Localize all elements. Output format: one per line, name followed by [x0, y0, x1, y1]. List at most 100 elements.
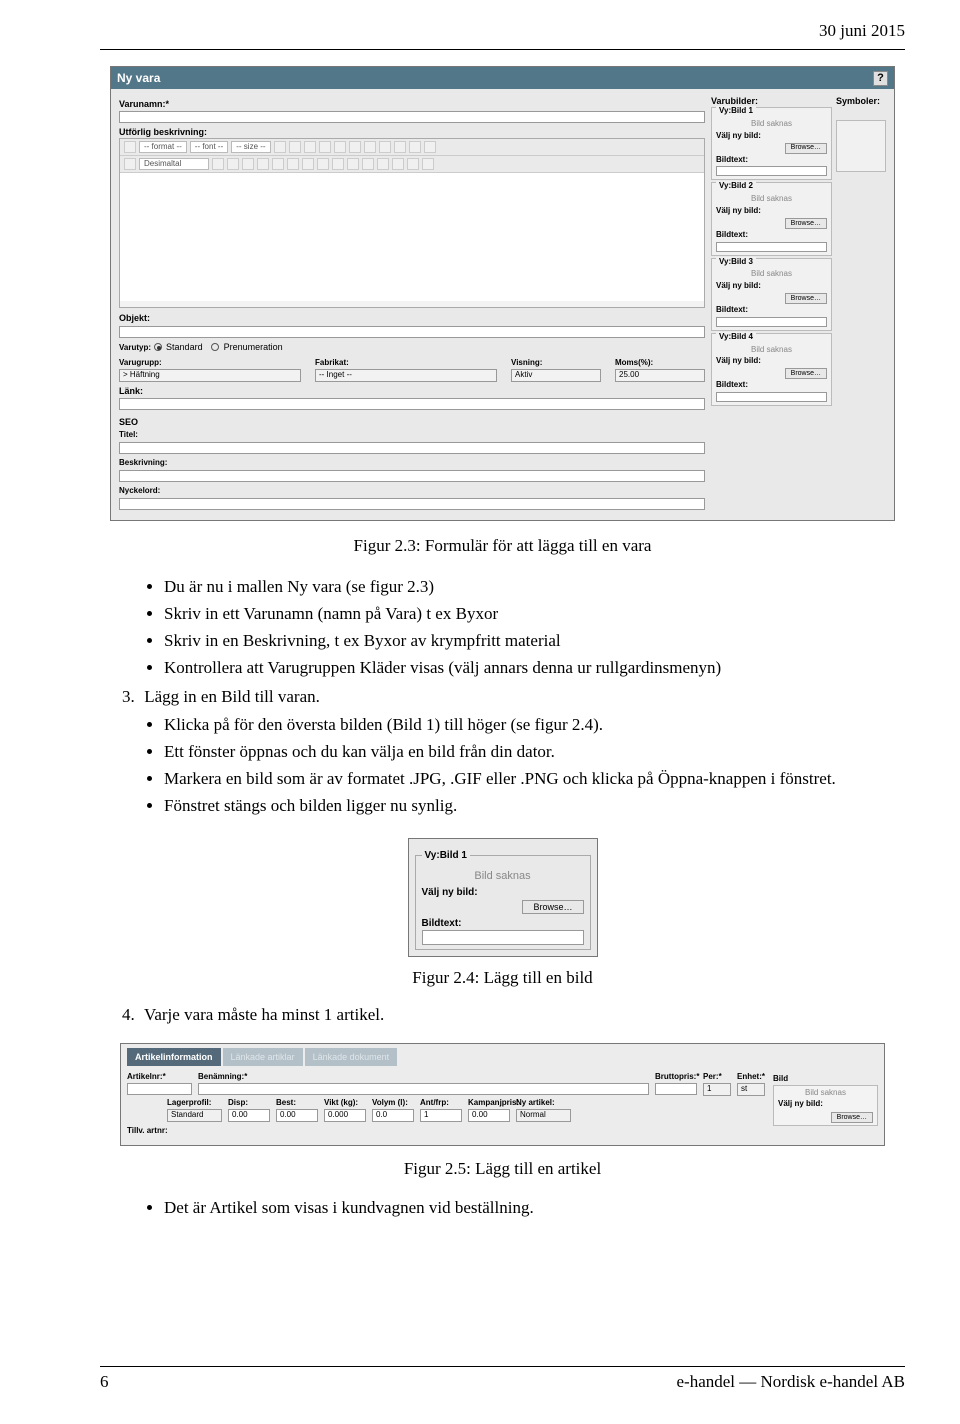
toolbar-btn[interactable]: [364, 141, 376, 153]
vy-legend: Vy:Bild 1: [422, 849, 470, 863]
editor-toolbar: -- format -- -- font -- -- size --: [120, 139, 704, 156]
toolbar-btn[interactable]: [319, 141, 331, 153]
beskriv-label: Beskrivning:: [119, 458, 167, 467]
bildtext-input[interactable]: [716, 392, 827, 402]
prenumeration-radio[interactable]: [211, 343, 219, 351]
volym-input[interactable]: 0.0: [372, 1109, 414, 1122]
browse-button[interactable]: Browse…: [785, 218, 827, 229]
toolbar-btn[interactable]: [334, 141, 346, 153]
toolbar-btn[interactable]: [347, 158, 359, 170]
editor-area[interactable]: [120, 173, 704, 301]
artikelnr-label: Artikelnr:*: [127, 1072, 192, 1083]
bild-saknas: Bild saknas: [716, 345, 827, 356]
size-select[interactable]: -- size --: [231, 141, 270, 153]
tab-artikelinfo[interactable]: Artikelinformation: [127, 1048, 221, 1066]
toolbar-btn[interactable]: [124, 141, 136, 153]
step-number: 4.: [122, 1004, 140, 1027]
step-4: 4. Varje vara måste ha minst 1 artikel.: [122, 1004, 905, 1027]
dialog-titlebar: Ny vara ?: [111, 67, 894, 89]
font-select[interactable]: -- font --: [190, 141, 228, 153]
per-input[interactable]: 1: [703, 1083, 731, 1096]
underline-icon[interactable]: [304, 141, 316, 153]
vy-bild-4: Vy:Bild 4 Bild saknas Välj ny bild: Brow…: [711, 333, 832, 406]
bildtext-input[interactable]: [716, 242, 827, 252]
vy-bild-1: Vy:Bild 1 Bild saknas Välj ny bild: Brow…: [711, 107, 832, 180]
bildtext-input[interactable]: [422, 930, 584, 945]
bildtext-input[interactable]: [716, 166, 827, 176]
varunamn-label: Varunamn:*: [119, 98, 705, 110]
artikelnr-input[interactable]: [127, 1083, 192, 1095]
toolbar-btn[interactable]: [422, 158, 434, 170]
toolbar-btn[interactable]: [124, 158, 136, 170]
bullet: Kontrollera att Varugruppen Kläder visas…: [164, 657, 905, 680]
antfrp-input[interactable]: 1: [420, 1109, 462, 1122]
seo-label: SEO: [119, 416, 705, 428]
browse-button[interactable]: Browse…: [522, 900, 583, 914]
toolbar-btn[interactable]: [409, 141, 421, 153]
toolbar-btn[interactable]: [272, 158, 284, 170]
valj-label: Välj ny bild:: [778, 1099, 873, 1110]
toolbar-btn[interactable]: [332, 158, 344, 170]
bruttopris-label: Bruttopris:*: [655, 1072, 697, 1083]
browse-button[interactable]: Browse…: [785, 368, 827, 379]
moms-select[interactable]: 25.00: [615, 369, 705, 382]
toolbar-btn[interactable]: [227, 158, 239, 170]
browse-button[interactable]: Browse…: [785, 293, 827, 304]
toolbar-btn[interactable]: [317, 158, 329, 170]
richtext-editor[interactable]: -- format -- -- font -- -- size --: [119, 138, 705, 308]
toolbar-btn[interactable]: [212, 158, 224, 170]
toolbar-btn[interactable]: [379, 141, 391, 153]
toolbar-btn[interactable]: [349, 141, 361, 153]
toolbar-btn[interactable]: [377, 158, 389, 170]
vy-legend: Vy:Bild 2: [716, 181, 756, 190]
best-input[interactable]: 0.00: [276, 1109, 318, 1122]
browse-button[interactable]: Browse…: [831, 1112, 873, 1123]
bruttopris-input[interactable]: [655, 1083, 697, 1095]
lagerprofil-select[interactable]: Standard: [167, 1109, 222, 1122]
objekt-input[interactable]: [119, 326, 705, 338]
kampanjpris-input[interactable]: 0.00: [468, 1109, 510, 1122]
fabrikat-label: Fabrikat:: [315, 358, 349, 367]
italic-icon[interactable]: [289, 141, 301, 153]
bullet: Ett fönster öppnas och du kan välja en b…: [164, 741, 905, 764]
varugrupp-select[interactable]: > Häftning: [119, 369, 301, 382]
varunamn-input[interactable]: [119, 111, 705, 123]
titel-input[interactable]: [119, 442, 705, 454]
tab-lankade-dokument[interactable]: Länkade dokument: [305, 1048, 398, 1066]
fabrikat-select[interactable]: -- Inget --: [315, 369, 497, 382]
toolbar-btn[interactable]: [407, 158, 419, 170]
format-select[interactable]: -- format --: [139, 141, 187, 153]
toolbar-btn[interactable]: [362, 158, 374, 170]
lank-input[interactable]: [119, 398, 705, 410]
help-icon[interactable]: ?: [873, 71, 888, 86]
browse-button[interactable]: Browse…: [785, 143, 827, 154]
vikt-input[interactable]: 0.000: [324, 1109, 366, 1122]
decimal-select[interactable]: Desimaltal: [139, 158, 209, 170]
nyckelord-label: Nyckelord:: [119, 486, 160, 495]
visning-select[interactable]: Aktiv: [511, 369, 601, 382]
toolbar-btn[interactable]: [302, 158, 314, 170]
vy-bild-2: Vy:Bild 2 Bild saknas Välj ny bild: Brow…: [711, 182, 832, 255]
toolbar-btn[interactable]: [394, 141, 406, 153]
tab-lankade-artiklar[interactable]: Länkade artiklar: [223, 1048, 303, 1066]
bullet: Du är nu i mallen Ny vara (se figur 2.3): [164, 576, 905, 599]
page-number: 6: [100, 1371, 109, 1394]
bullet: Skriv in en Beskrivning, t ex Byxor av k…: [164, 630, 905, 653]
toolbar-btn[interactable]: [424, 141, 436, 153]
bildtext-input[interactable]: [716, 317, 827, 327]
nyartikel-select[interactable]: Normal: [516, 1109, 571, 1122]
standard-radio[interactable]: [154, 343, 162, 351]
toolbar-btn[interactable]: [392, 158, 404, 170]
benamning-input[interactable]: [198, 1083, 649, 1095]
page-footer: 6 e-handel — Nordisk e-handel AB: [100, 1366, 905, 1394]
enhet-input[interactable]: st: [737, 1083, 765, 1096]
footer-right: e-handel — Nordisk e-handel AB: [677, 1371, 906, 1394]
beskriv-input[interactable]: [119, 470, 705, 482]
toolbar-btn[interactable]: [257, 158, 269, 170]
toolbar-btn[interactable]: [287, 158, 299, 170]
disp-input[interactable]: 0.00: [228, 1109, 270, 1122]
bold-icon[interactable]: [274, 141, 286, 153]
nyckelord-input[interactable]: [119, 498, 705, 510]
artikel-panel: Artikelinformation Länkade artiklar Länk…: [120, 1043, 885, 1146]
toolbar-btn[interactable]: [242, 158, 254, 170]
